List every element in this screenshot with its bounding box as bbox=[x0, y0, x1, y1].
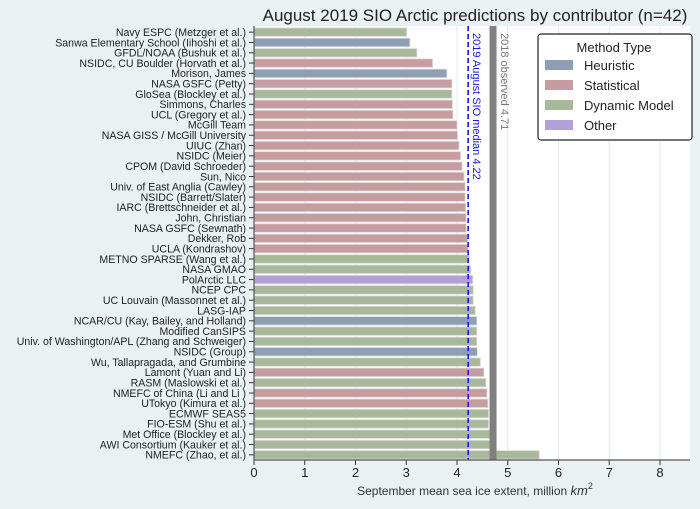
bar-dynamic bbox=[253, 305, 476, 316]
legend-title: Method Type bbox=[577, 40, 652, 55]
bar-statistical bbox=[253, 213, 467, 223]
bar-statistical bbox=[253, 367, 485, 377]
bar-dynamic bbox=[253, 378, 487, 388]
bar-heuristic bbox=[253, 316, 478, 326]
bar-statistical bbox=[253, 140, 460, 151]
bar-statistical bbox=[253, 58, 434, 68]
bar-statistical bbox=[253, 171, 465, 182]
bar-statistical bbox=[253, 223, 467, 233]
bar-dynamic bbox=[253, 27, 408, 37]
y-axis-labels: Navy ESPC (Metzger et al.)Sanwa Elementa… bbox=[17, 27, 254, 462]
bar-dynamic bbox=[253, 326, 478, 336]
bar-statistical bbox=[253, 130, 458, 140]
bar-dynamic bbox=[253, 295, 474, 305]
legend-label-dynamic: Dynamic Model bbox=[584, 98, 674, 113]
y-tick-label: NMEFC (Zhao, et al.) bbox=[145, 450, 246, 462]
observed-line bbox=[489, 26, 497, 460]
legend-label-other: Other bbox=[584, 118, 617, 133]
bar-chart: August 2019 SIO Arctic predictions by co… bbox=[17, 6, 693, 498]
bar-dynamic bbox=[253, 285, 474, 295]
x-tick-label: 8 bbox=[656, 465, 663, 480]
bar-other bbox=[253, 274, 474, 285]
legend-swatch-other bbox=[545, 120, 573, 130]
bar-statistical bbox=[253, 110, 454, 120]
legend-label-statistical: Statistical bbox=[584, 78, 640, 93]
bar-statistical bbox=[253, 79, 453, 89]
bar-dynamic bbox=[253, 357, 481, 367]
x-tick-label: 0 bbox=[250, 465, 257, 480]
x-axis-label: September mean sea ice extent, million k… bbox=[357, 481, 593, 498]
chart-title: August 2019 SIO Arctic predictions by co… bbox=[263, 6, 688, 25]
bar-dynamic bbox=[253, 336, 478, 347]
x-tick-label: 1 bbox=[301, 465, 308, 480]
bar-dynamic bbox=[253, 254, 470, 264]
bar-statistical bbox=[253, 233, 469, 243]
median-annotation: 2019 August SIO median 4.22 bbox=[470, 33, 482, 180]
legend-swatch-heuristic bbox=[545, 60, 573, 70]
bar-statistical bbox=[253, 244, 469, 254]
bar-statistical bbox=[253, 398, 489, 408]
legend-label-heuristic: Heuristic bbox=[584, 58, 635, 73]
legend-swatch-dynamic bbox=[545, 100, 573, 110]
bar-statistical bbox=[253, 99, 453, 109]
bar-statistical bbox=[253, 120, 458, 130]
bar-statistical bbox=[253, 161, 463, 171]
bar-heuristic bbox=[253, 347, 478, 357]
bar-statistical bbox=[253, 151, 461, 161]
x-tick-label: 5 bbox=[504, 465, 511, 480]
bar-statistical bbox=[253, 192, 466, 202]
bar-dynamic bbox=[253, 419, 489, 429]
bar-heuristic bbox=[253, 37, 411, 48]
bar-dynamic bbox=[253, 264, 472, 274]
bar-statistical bbox=[253, 182, 466, 192]
x-tick-label: 3 bbox=[403, 465, 410, 480]
bar-dynamic bbox=[253, 439, 493, 450]
x-tick-label: 7 bbox=[606, 465, 613, 480]
bar-heuristic bbox=[253, 68, 448, 79]
x-axis-ticks: 0 1 2 3 4 5 6 7 8 bbox=[250, 460, 664, 480]
x-tick-label: 2 bbox=[352, 465, 359, 480]
bar-dynamic bbox=[253, 48, 418, 58]
bar-statistical bbox=[253, 202, 467, 213]
legend: Method Type Heuristic Statistical Dynamic … bbox=[537, 33, 693, 141]
bar-dynamic bbox=[253, 89, 453, 99]
bar-dynamic bbox=[253, 408, 489, 419]
x-tick-label: 4 bbox=[453, 465, 460, 480]
legend-swatch-statistical bbox=[545, 80, 573, 90]
x-tick-label: 6 bbox=[555, 465, 562, 480]
bar-statistical bbox=[253, 388, 488, 398]
bar-dynamic bbox=[253, 429, 493, 439]
observed-annotation: 2018 observed 4.71 bbox=[498, 33, 510, 130]
